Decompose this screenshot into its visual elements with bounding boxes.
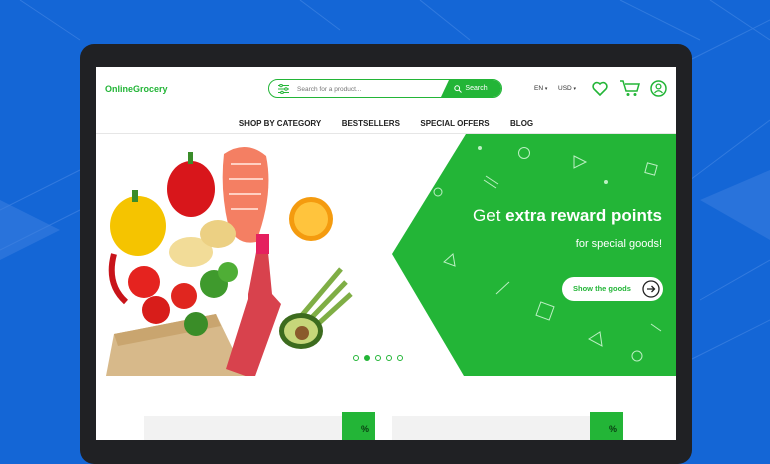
heart-icon[interactable] [592,81,608,96]
search-input[interactable] [295,81,439,97]
hero-subline: for special goods! [575,238,662,250]
hero-banner: Get extra reward points for special good… [96,134,676,376]
promo-panel-background [392,134,676,376]
carousel-indicators [353,355,403,363]
search-bar: Search [268,79,502,98]
carousel-dot[interactable] [375,355,381,361]
carousel-dot-active[interactable] [364,355,370,361]
nav-blog[interactable]: BLOG [510,119,533,128]
currency-label: USD [558,85,572,92]
nav-shop-by-category[interactable]: SHOP BY CATEGORY [239,119,321,128]
filter-icon[interactable] [278,84,289,94]
show-the-goods-label: Show the goods [573,284,631,293]
website-screen: OnlineGrocery Search EN ▾ USD ▾ SHOP BY … [96,67,676,440]
user-account-icon[interactable] [650,80,667,97]
search-icon [454,84,463,93]
discount-badge-label: % [360,424,369,434]
carousel-dot[interactable] [386,355,392,361]
search-button-label: Search [465,85,488,92]
chevron-down-icon: ▾ [573,86,577,92]
language-label: EN [534,85,544,92]
cart-icon[interactable] [620,80,640,97]
chevron-down-icon: ▾ [544,86,548,92]
discount-badge: % [342,412,375,440]
headline-emphasis: extra reward points [505,206,662,225]
product-card[interactable] [144,416,374,440]
nav-special-offers[interactable]: SPECIAL OFFERS [420,119,489,128]
products-section: % % [96,376,676,440]
show-the-goods-button[interactable]: Show the goods [562,277,663,301]
product-card[interactable] [392,416,622,440]
site-logo[interactable]: OnlineGrocery [105,84,168,94]
main-navigation: SHOP BY CATEGORY BESTSELLERS SPECIAL OFF… [96,113,676,131]
nav-bestsellers[interactable]: BESTSELLERS [342,119,400,128]
currency-selector[interactable]: USD ▾ [558,85,576,92]
language-selector[interactable]: EN ▾ [534,85,547,92]
discount-badge-label: % [608,424,617,434]
headline-prefix: Get [473,206,506,225]
search-button[interactable]: Search [441,80,501,97]
discount-badge: % [590,412,623,440]
carousel-dot[interactable] [397,355,403,361]
hero-headline: Get extra reward points [473,206,662,226]
carousel-dot[interactable] [353,355,359,361]
arrow-right-icon [642,280,660,298]
